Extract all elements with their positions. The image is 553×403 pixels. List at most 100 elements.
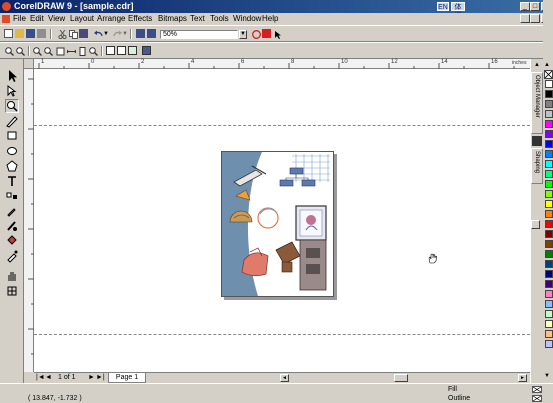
menu-bitmaps[interactable]: Bitmaps xyxy=(158,14,187,23)
zoom-to-selected-icon[interactable] xyxy=(32,46,42,56)
undo-icon[interactable] xyxy=(93,29,103,38)
menu-help[interactable]: Help xyxy=(262,14,278,23)
drawing-canvas[interactable] xyxy=(34,69,530,372)
horizontal-guideline[interactable] xyxy=(34,334,530,335)
outline-color-indicator[interactable] xyxy=(532,395,542,402)
zoom-tool-icon[interactable] xyxy=(5,99,19,113)
menu-effects[interactable]: Effects xyxy=(128,14,152,23)
palette-swatch[interactable] xyxy=(545,90,553,98)
palette-swatch[interactable] xyxy=(545,170,553,178)
zoom-one-shot-icon[interactable] xyxy=(88,46,98,56)
zoom-previous-icon[interactable] xyxy=(142,46,151,55)
palette-swatch[interactable] xyxy=(545,280,553,288)
palette-swatch[interactable] xyxy=(545,100,553,108)
redo-dropdown-icon[interactable]: ▼ xyxy=(122,31,128,37)
hand-tool-icon[interactable] xyxy=(5,269,19,283)
palette-swatch[interactable] xyxy=(545,250,553,258)
palette-swatch[interactable] xyxy=(545,150,553,158)
export-icon[interactable] xyxy=(147,29,156,38)
fill-color-indicator[interactable] xyxy=(532,386,542,393)
pick-tool-icon[interactable] xyxy=(5,69,19,83)
document-icon[interactable] xyxy=(2,15,10,23)
polygon-tool-icon[interactable] xyxy=(5,159,19,173)
palette-swatch[interactable] xyxy=(545,220,553,228)
view-manager-icon[interactable] xyxy=(106,46,115,55)
save-icon[interactable] xyxy=(26,29,35,38)
paste-icon[interactable] xyxy=(79,29,88,38)
palette-swatch[interactable] xyxy=(545,240,553,248)
scroll-left-icon[interactable]: ◄ xyxy=(280,374,289,382)
cut-icon[interactable] xyxy=(57,29,67,40)
menu-edit[interactable]: Edit xyxy=(30,14,44,23)
next-page-button[interactable]: ► xyxy=(88,374,95,381)
palette-swatch[interactable] xyxy=(545,290,553,298)
docker-shaping-icon[interactable] xyxy=(532,136,542,146)
zoom-to-all-objects-icon[interactable] xyxy=(43,46,53,56)
maximize-button[interactable]: □ xyxy=(530,2,540,11)
palette-swatch[interactable] xyxy=(545,270,553,278)
scroll-right-icon[interactable]: ► xyxy=(518,374,527,382)
zoom-to-page-icon[interactable] xyxy=(55,46,65,56)
fill-tool-icon[interactable] xyxy=(5,234,19,248)
ime-language-indicator[interactable]: EN xyxy=(437,2,449,11)
open-icon[interactable] xyxy=(15,29,24,38)
zoom-in-icon[interactable] xyxy=(4,46,14,56)
redo-icon[interactable] xyxy=(112,29,122,38)
interactive-fill-tool-icon[interactable] xyxy=(5,249,19,263)
menu-arrange[interactable]: Arrange xyxy=(97,14,125,23)
menu-tools[interactable]: Tools xyxy=(210,14,229,23)
new-icon[interactable] xyxy=(4,29,13,38)
menu-window[interactable]: Window xyxy=(233,14,261,23)
palette-swatch[interactable] xyxy=(545,320,553,328)
palette-scroll-down-icon[interactable]: ▼ xyxy=(544,373,550,379)
palette-swatch[interactable] xyxy=(545,180,553,188)
horizontal-ruler[interactable]: 1 0 2 4 6 8 10 12 14 16 inches xyxy=(34,59,530,69)
palette-swatch[interactable] xyxy=(545,200,553,208)
tab-shaping[interactable]: Shaping xyxy=(531,148,543,184)
first-page-button[interactable]: |◄ xyxy=(36,374,45,381)
shape-tool-icon[interactable] xyxy=(5,84,19,98)
ellipse-tool-icon[interactable] xyxy=(5,144,19,158)
print-icon[interactable] xyxy=(37,29,46,38)
clipart-artwork[interactable] xyxy=(222,152,333,296)
palette-swatch[interactable] xyxy=(545,260,553,268)
ime-mode-indicator[interactable]: 体闪 xyxy=(451,2,465,20)
zoom-level-combo[interactable]: 50% xyxy=(160,30,238,39)
horizontal-guideline[interactable] xyxy=(34,125,530,126)
palette-swatch[interactable] xyxy=(545,310,553,318)
text-tool-icon[interactable] xyxy=(5,174,19,188)
undo-dropdown-icon[interactable]: ▼ xyxy=(103,31,109,37)
ruler-origin[interactable] xyxy=(24,59,34,69)
menu-file[interactable]: File xyxy=(13,14,26,23)
freehand-tool-icon[interactable] xyxy=(5,114,19,128)
import-icon[interactable] xyxy=(136,29,145,38)
tab-page-1[interactable]: Page 1 xyxy=(108,373,146,383)
coreldraw-app-icon[interactable] xyxy=(2,2,11,11)
corel-online-icon[interactable] xyxy=(251,29,261,39)
eyedropper-tool-icon[interactable] xyxy=(5,204,19,218)
whats-this-help-icon[interactable] xyxy=(273,29,282,39)
palette-swatch[interactable] xyxy=(545,80,553,88)
no-fill-swatch[interactable] xyxy=(544,70,553,79)
menu-view[interactable]: View xyxy=(48,14,65,23)
doc-restore-button[interactable] xyxy=(530,14,540,23)
menu-text[interactable]: Text xyxy=(190,14,205,23)
palette-swatch[interactable] xyxy=(545,140,553,148)
copy-icon[interactable] xyxy=(68,29,78,39)
table-tool-icon[interactable] xyxy=(5,284,19,298)
outline-tool-icon[interactable] xyxy=(5,219,19,233)
zoom-dropdown-icon[interactable]: ▼ xyxy=(239,30,247,39)
zoom-out-icon[interactable] xyxy=(15,46,25,56)
palette-scroll-up-icon[interactable]: ▲ xyxy=(544,62,550,68)
palette-swatch[interactable] xyxy=(545,210,553,218)
palette-swatch[interactable] xyxy=(545,330,553,338)
minimize-button[interactable]: _ xyxy=(520,2,530,11)
palette-swatch[interactable] xyxy=(545,190,553,198)
vertical-ruler[interactable] xyxy=(24,69,34,372)
application-launcher-icon[interactable] xyxy=(262,29,271,38)
zoom-frame-icon[interactable] xyxy=(117,46,126,55)
palette-swatch[interactable] xyxy=(545,160,553,168)
horizontal-scroll-thumb[interactable] xyxy=(394,374,408,382)
zoom-to-page-width-icon[interactable] xyxy=(66,46,77,55)
palette-swatch[interactable] xyxy=(545,130,553,138)
